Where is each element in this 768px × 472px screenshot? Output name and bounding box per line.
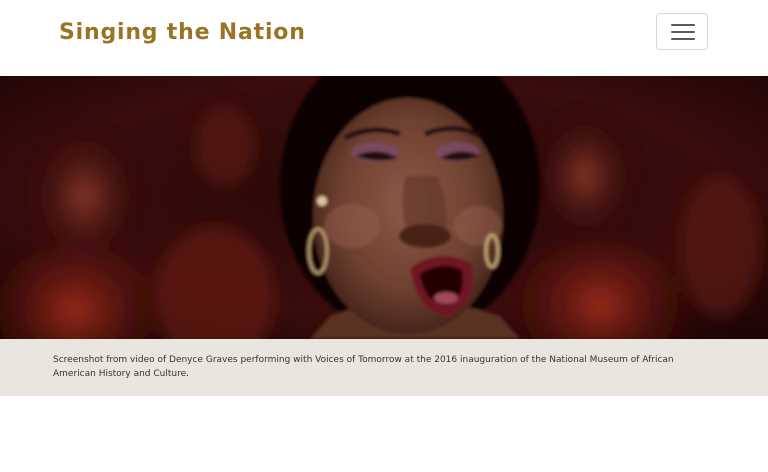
hero-image: [0, 76, 768, 339]
caption-text: Screenshot from video of Denyce Graves p…: [53, 355, 674, 379]
singer-photo: [0, 76, 768, 339]
top-navbar: Singing the Nation: [0, 0, 768, 76]
photo-caption: Screenshot from video of Denyce Graves p…: [0, 339, 768, 396]
hamburger-menu-icon: [671, 24, 695, 26]
site-title[interactable]: Singing the Nation: [59, 18, 306, 48]
menu-toggle-button[interactable]: [656, 13, 708, 50]
